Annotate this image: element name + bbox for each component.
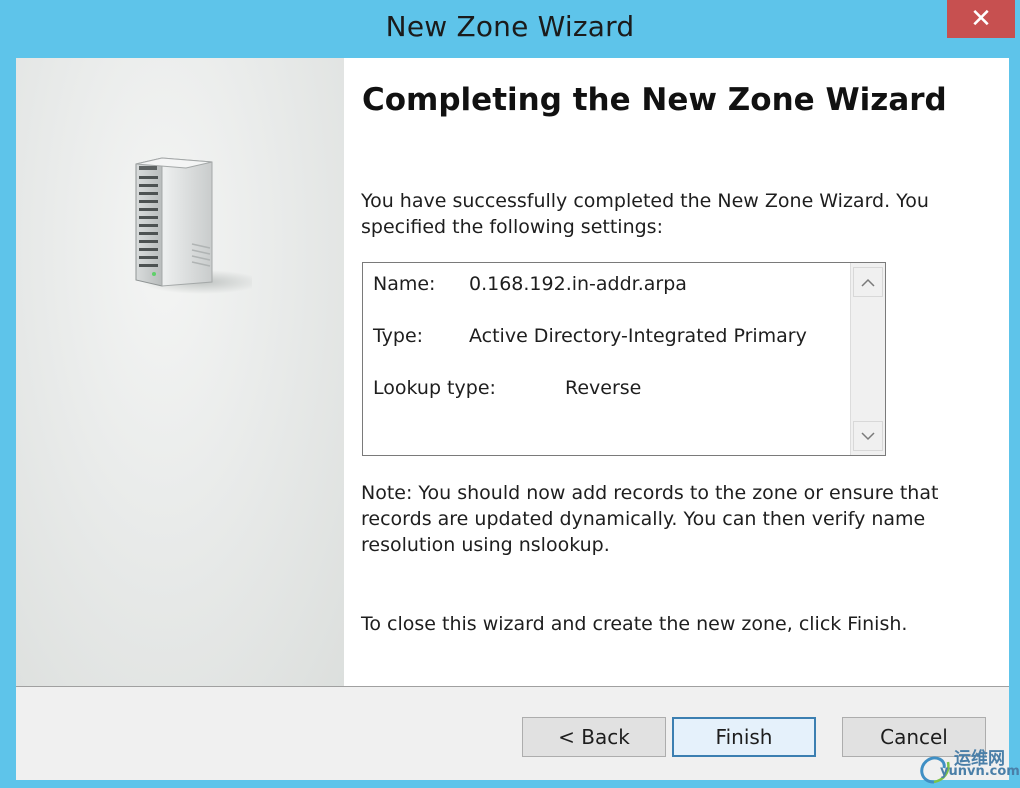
setting-label: Name: bbox=[373, 273, 436, 295]
setting-label: Type: bbox=[373, 325, 424, 347]
setting-value: Active Directory-Integrated Primary bbox=[469, 325, 807, 347]
setting-row-lookup-type: Lookup type: Reverse bbox=[373, 377, 641, 399]
watermark-text-en: yunvn.com bbox=[940, 764, 1020, 779]
window-title: New Zone Wizard bbox=[385, 10, 635, 43]
wizard-heading: Completing the New Zone Wizard bbox=[362, 82, 947, 118]
scroll-up-button[interactable] bbox=[853, 267, 883, 297]
server-tower-icon bbox=[135, 157, 252, 294]
close-icon: ✕ bbox=[970, 4, 992, 34]
note-text: Note: You should now add records to the … bbox=[361, 482, 939, 556]
scroll-down-button[interactable] bbox=[853, 421, 883, 451]
setting-value: Reverse bbox=[565, 377, 642, 399]
setting-value: 0.168.192.in-addr.arpa bbox=[469, 273, 687, 295]
setting-row-type: Type: Active Directory-Integrated Primar… bbox=[373, 325, 807, 347]
wizard-side-image bbox=[16, 58, 344, 686]
chevron-up-icon bbox=[861, 278, 875, 287]
wizard-page: Completing the New Zone Wizard You have … bbox=[16, 58, 1009, 780]
finish-button[interactable]: Finish bbox=[672, 717, 816, 757]
settings-summary-box[interactable]: Name: 0.168.192.in-addr.arpa Type: Activ… bbox=[362, 262, 886, 456]
setting-label: Lookup type: bbox=[373, 377, 496, 399]
vertical-scrollbar[interactable] bbox=[850, 263, 885, 455]
back-button[interactable]: < Back bbox=[522, 717, 666, 757]
chevron-down-icon bbox=[861, 431, 875, 440]
close-button[interactable]: ✕ bbox=[947, 0, 1015, 38]
title-bar[interactable]: New Zone Wizard ✕ bbox=[0, 0, 1020, 58]
site-watermark: 运维网 yunvn.com bbox=[914, 742, 1020, 786]
setting-row-name: Name: 0.168.192.in-addr.arpa bbox=[373, 273, 687, 295]
button-bar: < Back Finish Cancel bbox=[16, 686, 1009, 780]
finish-instruction: To close this wizard and create the new … bbox=[361, 613, 908, 635]
intro-text: You have successfully completed the New … bbox=[361, 190, 929, 238]
